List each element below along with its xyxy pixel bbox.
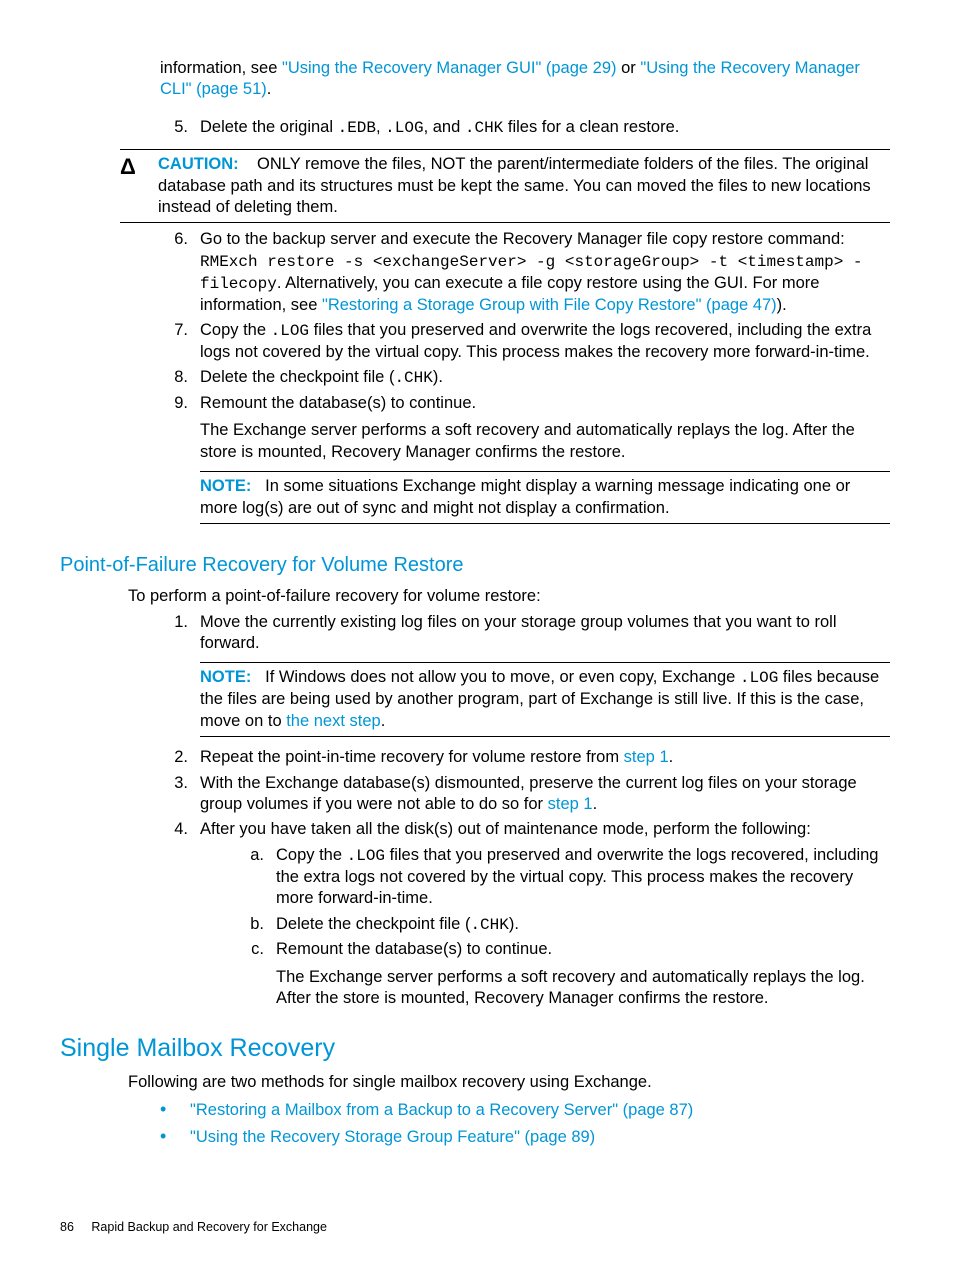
vstep-1: 1. Move the currently existing log files… xyxy=(160,612,890,744)
step-5: 5. Delete the original .EDB, .LOG, and .… xyxy=(160,117,890,139)
bullet-icon: • xyxy=(160,1100,190,1121)
vstep-2: 2. Repeat the point-in-time recovery for… xyxy=(160,747,890,768)
link-gui[interactable]: "Using the Recovery Manager GUI" (page 2… xyxy=(282,59,617,77)
vstep-4: 4. After you have taken all the disk(s) … xyxy=(160,819,890,1009)
link-filecopy[interactable]: "Restoring a Storage Group with File Cop… xyxy=(322,296,777,314)
sec2-intro: To perform a point-of-failure recovery f… xyxy=(128,586,890,607)
step-9: 9. Remount the database(s) to continue. … xyxy=(160,393,890,530)
vstep-3: 3. With the Exchange database(s) dismoun… xyxy=(160,773,890,816)
link-step-1b[interactable]: step 1 xyxy=(548,795,593,813)
para-cont: information, see "Using the Recovery Man… xyxy=(160,58,890,101)
caution-label: CAUTION: xyxy=(158,155,239,173)
page-footer: 86 Rapid Backup and Recovery for Exchang… xyxy=(60,1219,327,1235)
bullet-2: • "Using the Recovery Storage Group Feat… xyxy=(160,1127,890,1148)
step-8: 8. Delete the checkpoint file (.CHK). xyxy=(160,367,890,389)
ext-chk: .CHK xyxy=(465,119,503,137)
step-6: 6. Go to the backup server and execute t… xyxy=(160,229,890,315)
note-2: NOTE: If Windows does not allow you to m… xyxy=(200,662,890,737)
step-7: 7. Copy the .LOG files that you preserve… xyxy=(160,320,890,363)
heading-single-mailbox: Single Mailbox Recovery xyxy=(60,1032,890,1065)
link-step-1a[interactable]: step 1 xyxy=(624,748,669,766)
vstep-4a: a. Copy the .LOG files that you preserve… xyxy=(240,845,890,910)
ext-log: .LOG xyxy=(385,119,423,137)
link-next-step[interactable]: the next step xyxy=(286,712,380,730)
page-number: 86 xyxy=(60,1220,74,1234)
footer-title: Rapid Backup and Recovery for Exchange xyxy=(91,1220,327,1234)
caution-icon: Δ xyxy=(120,154,158,218)
vstep-4c: c. Remount the database(s) to continue. … xyxy=(240,939,890,1009)
vstep-4b: b. Delete the checkpoint file (.CHK). xyxy=(240,914,890,936)
bullet-icon: • xyxy=(160,1127,190,1148)
link-restore-mailbox[interactable]: "Restoring a Mailbox from a Backup to a … xyxy=(190,1101,693,1119)
sec3-intro: Following are two methods for single mai… xyxy=(128,1072,890,1093)
bullet-1: • "Restoring a Mailbox from a Backup to … xyxy=(160,1100,890,1121)
note-1: NOTE: In some situations Exchange might … xyxy=(200,471,890,524)
ext-edb: .EDB xyxy=(338,119,376,137)
link-recovery-storage-group[interactable]: "Using the Recovery Storage Group Featur… xyxy=(190,1128,595,1146)
caution-block: Δ CAUTION: ONLY remove the files, NOT th… xyxy=(120,149,890,223)
heading-pof-volume: Point-of-Failure Recovery for Volume Res… xyxy=(60,552,890,578)
